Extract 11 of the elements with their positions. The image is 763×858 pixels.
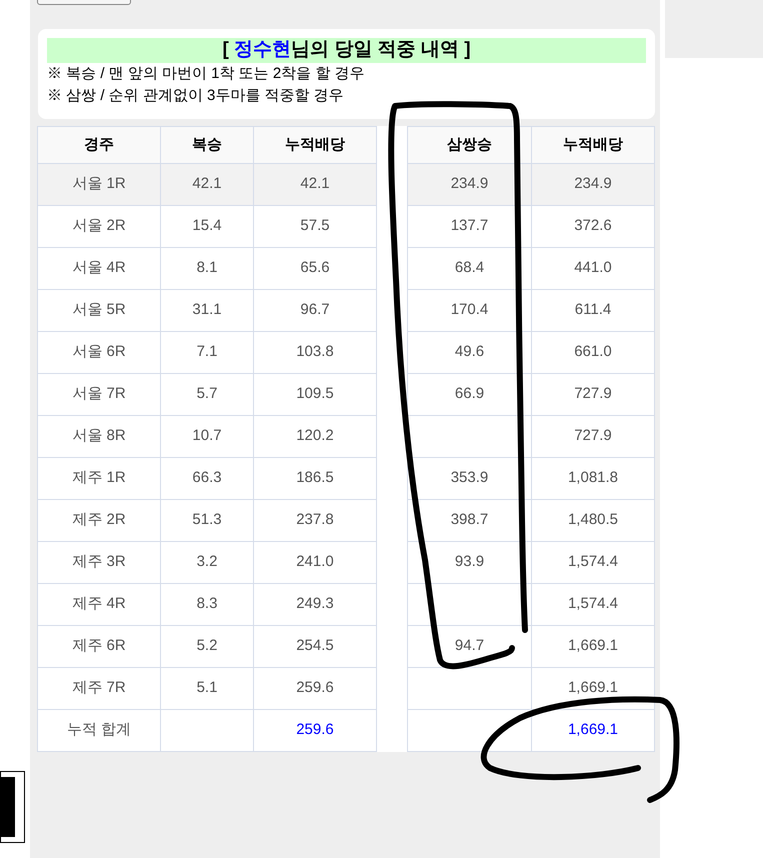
note-text: ※ 삼쌍 / 순위 관계없이 3두마를 적중할 경우 xyxy=(47,86,345,106)
panel-title: [ 정수현님의 당일 적중 내역 ] xyxy=(47,38,646,63)
column-header: 복승 xyxy=(161,127,254,164)
top-button[interactable] xyxy=(37,0,131,5)
total-label: 누적 합계 xyxy=(38,710,161,752)
column-header: 누적배당 xyxy=(254,127,377,164)
total-cell: 1,669.1 xyxy=(532,710,655,752)
note-text: ※ 복승 / 맨 앞의 마번이 1착 또는 2착을 할 경우 xyxy=(47,64,366,84)
column-header: 누적배당 xyxy=(532,127,655,164)
column-header: 삼쌍승 xyxy=(408,127,532,164)
column-header: 경주 xyxy=(38,127,161,164)
